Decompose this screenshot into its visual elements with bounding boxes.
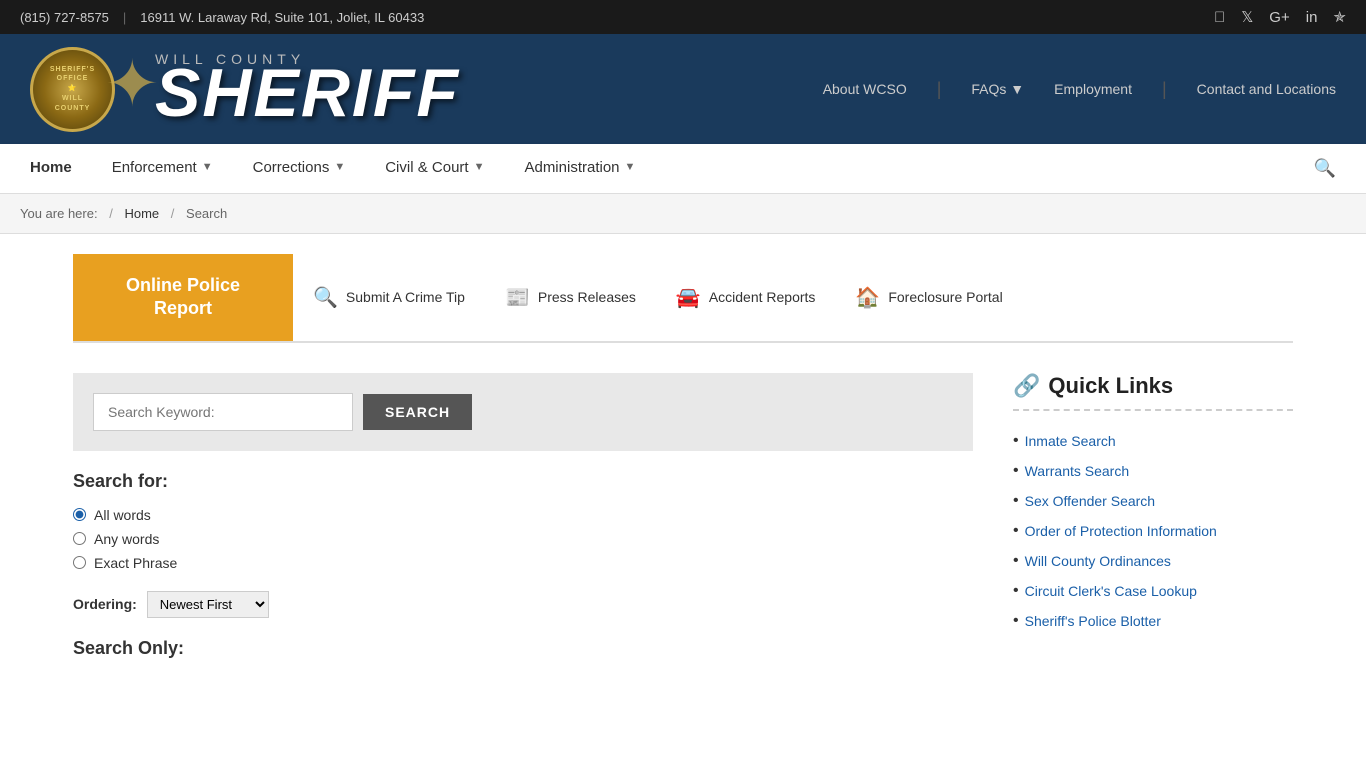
sidebar-title: 🔗 Quick Links	[1013, 373, 1293, 399]
site-header: SHERIFF'SOFFICE⭐WILLCOUNTY ✦ WILL COUNTY…	[0, 34, 1366, 144]
exact-phrase-radio[interactable]	[73, 556, 86, 569]
sidebar-links-list: Inmate Search Warrants Search Sex Offend…	[1013, 426, 1293, 636]
employment-link[interactable]: Employment	[1054, 81, 1132, 97]
press-releases-link[interactable]: 📰 Press Releases	[505, 285, 636, 310]
social-links:  𝕏 G+ in ✯	[1214, 8, 1346, 26]
twitter-icon[interactable]: 𝕏	[1241, 8, 1253, 26]
administration-chevron-icon: ▼	[625, 161, 636, 173]
sidebar-column: 🔗 Quick Links Inmate Search Warrants Sea…	[1013, 373, 1293, 659]
main-column: SEARCH Search for: All words Any words E…	[73, 373, 973, 659]
header-nav: About WCSO | FAQs ▼ Employment | Contact…	[823, 79, 1336, 100]
list-item: Sex Offender Search	[1013, 486, 1293, 516]
ordering-row: Ordering: Newest First Oldest First Most…	[73, 591, 973, 618]
nav-divider: |	[937, 79, 942, 100]
logo-area: SHERIFF'SOFFICE⭐WILLCOUNTY ✦ WILL COUNTY…	[30, 47, 460, 132]
quick-links-bar: Online PoliceReport 🔍 Submit A Crime Tip…	[73, 254, 1293, 343]
nav-administration[interactable]: Administration ▼	[504, 144, 655, 193]
sex-offender-search-link[interactable]: Sex Offender Search	[1025, 493, 1155, 509]
warrants-search-link[interactable]: Warrants Search	[1025, 463, 1130, 479]
search-area: SEARCH	[73, 373, 973, 451]
any-words-radio[interactable]	[73, 532, 86, 545]
nav-divider2: |	[1162, 79, 1167, 100]
civil-court-chevron-icon: ▼	[474, 161, 485, 173]
sheriffs-police-blotter-link[interactable]: Sheriff's Police Blotter	[1025, 613, 1161, 629]
list-item: Warrants Search	[1013, 456, 1293, 486]
star-decoration: ✦	[105, 46, 159, 122]
circuit-clerk-lookup-link[interactable]: Circuit Clerk's Case Lookup	[1025, 583, 1197, 599]
top-bar: (815) 727-8575 | 16911 W. Laraway Rd, Su…	[0, 0, 1366, 34]
pinterest-icon[interactable]: ✯	[1333, 8, 1346, 26]
facebook-icon[interactable]: 	[1214, 9, 1225, 26]
list-item: Inmate Search	[1013, 426, 1293, 456]
submit-crime-tip-link[interactable]: 🔍 Submit A Crime Tip	[313, 285, 465, 310]
list-item: Circuit Clerk's Case Lookup	[1013, 576, 1293, 606]
breadcrumb-home-link[interactable]: Home	[124, 206, 159, 221]
about-wcso-link[interactable]: About WCSO	[823, 81, 907, 97]
divider: |	[123, 10, 126, 25]
breadcrumb-current: Search	[186, 206, 227, 221]
badge-text: SHERIFF'SOFFICE⭐WILLCOUNTY	[46, 61, 99, 118]
logo-text-wrap: ✦ WILL COUNTY SHERIFF	[100, 51, 460, 127]
search-only-label: Search Only:	[73, 638, 973, 659]
binoculars-icon: 🔍	[313, 285, 338, 310]
home-icon: 🏠	[855, 285, 880, 310]
ordering-label: Ordering:	[73, 596, 137, 612]
enforcement-chevron-icon: ▼	[202, 161, 213, 173]
address: 16911 W. Laraway Rd, Suite 101, Joliet, …	[140, 10, 424, 25]
list-item: Will County Ordinances	[1013, 546, 1293, 576]
newspaper-icon: 📰	[505, 285, 530, 310]
sidebar-divider	[1013, 409, 1293, 411]
main-nav: Home Enforcement ▼ Corrections ▼ Civil &…	[0, 144, 1366, 194]
any-words-option[interactable]: Any words	[73, 531, 973, 547]
nav-search-icon[interactable]: 🔍	[1294, 144, 1356, 193]
nav-enforcement[interactable]: Enforcement ▼	[92, 144, 233, 193]
content-wrapper: Online PoliceReport 🔍 Submit A Crime Tip…	[53, 234, 1313, 659]
search-input[interactable]	[93, 393, 353, 431]
nav-home[interactable]: Home	[10, 144, 92, 193]
accident-reports-link[interactable]: 🚘 Accident Reports	[676, 285, 816, 310]
breadcrumb-sep1: /	[109, 206, 113, 221]
order-of-protection-link[interactable]: Order of Protection Information	[1025, 523, 1217, 539]
all-words-option[interactable]: All words	[73, 507, 973, 523]
will-county-ordinances-link[interactable]: Will County Ordinances	[1025, 553, 1171, 569]
linkedin-icon[interactable]: in	[1306, 9, 1318, 26]
foreclosure-portal-link[interactable]: 🏠 Foreclosure Portal	[855, 285, 1002, 310]
ordering-select[interactable]: Newest First Oldest First Most Relevant	[147, 591, 269, 618]
quick-links-items: 🔍 Submit A Crime Tip 📰 Press Releases 🚘 …	[293, 254, 1293, 341]
breadcrumb-sep2: /	[171, 206, 175, 221]
exact-phrase-option[interactable]: Exact Phrase	[73, 555, 973, 571]
search-for-label: Search for:	[73, 471, 973, 492]
you-are-here-label: You are here:	[20, 206, 98, 221]
sheriff-title: SHERIFF	[155, 59, 460, 127]
search-button[interactable]: SEARCH	[363, 394, 472, 430]
phone-number[interactable]: (815) 727-8575	[20, 10, 109, 25]
breadcrumb: You are here: / Home / Search	[0, 194, 1366, 234]
search-radio-group: All words Any words Exact Phrase	[73, 507, 973, 571]
online-police-report-button[interactable]: Online PoliceReport	[73, 254, 293, 341]
nav-corrections[interactable]: Corrections ▼	[233, 144, 366, 193]
all-words-radio[interactable]	[73, 508, 86, 521]
link-icon: 🔗	[1013, 373, 1040, 399]
inmate-search-link[interactable]: Inmate Search	[1025, 433, 1116, 449]
car-icon: 🚘	[676, 285, 701, 310]
faqs-link[interactable]: FAQs ▼	[971, 81, 1024, 97]
contact-locations-link[interactable]: Contact and Locations	[1197, 81, 1336, 97]
list-item: Sheriff's Police Blotter	[1013, 606, 1293, 636]
corrections-chevron-icon: ▼	[334, 161, 345, 173]
nav-civil-court[interactable]: Civil & Court ▼	[365, 144, 504, 193]
top-bar-contact: (815) 727-8575 | 16911 W. Laraway Rd, Su…	[20, 10, 424, 25]
list-item: Order of Protection Information	[1013, 516, 1293, 546]
two-col-layout: SEARCH Search for: All words Any words E…	[73, 373, 1293, 659]
logo-text: WILL COUNTY SHERIFF	[155, 51, 460, 127]
googleplus-icon[interactable]: G+	[1269, 9, 1289, 26]
